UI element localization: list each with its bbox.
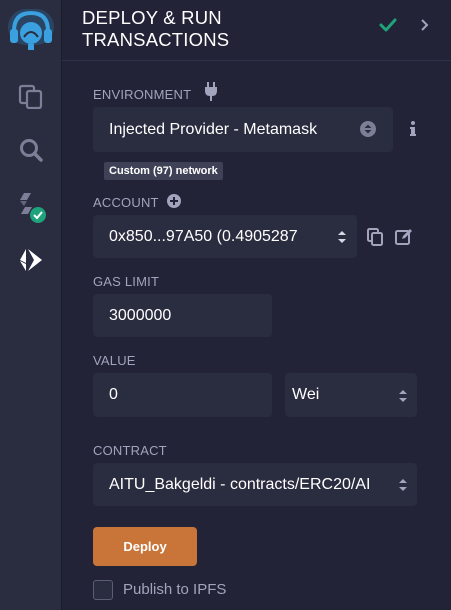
value-amount: 0 <box>109 386 118 403</box>
info-icon[interactable] <box>408 120 418 143</box>
deploy-button[interactable]: Deploy <box>93 527 197 566</box>
header-divider <box>62 60 451 61</box>
file-explorer-icon[interactable] <box>0 74 62 118</box>
account-value: 0x850...97A50 (0.4905287 <box>109 227 298 245</box>
value-unit-select[interactable]: Wei <box>285 373 417 417</box>
value-unit: Wei <box>292 386 320 403</box>
publish-ipfs-checkbox[interactable] <box>93 580 113 600</box>
environment-value: Injected Provider - Metamask <box>109 120 318 138</box>
search-icon[interactable] <box>0 128 62 172</box>
panel-title: DEPLOY & RUN TRANSACTIONS <box>82 7 322 51</box>
gas-limit-value: 3000000 <box>109 306 172 324</box>
remix-logo-icon[interactable] <box>0 6 62 56</box>
contract-value: AITU_Bakgeldi - contracts/ERC20/AI <box>109 475 371 493</box>
chevron-right-icon[interactable] <box>419 17 431 38</box>
edit-icon[interactable] <box>395 228 413 251</box>
title-line-1: DEPLOY & RUN <box>82 7 222 28</box>
environment-label: ENVIRONMENT <box>93 87 192 102</box>
gas-limit-label: GAS LIMIT <box>93 274 160 289</box>
select-arrows-icon <box>359 120 377 143</box>
environment-select[interactable]: Injected Provider - Metamask <box>93 107 393 152</box>
copy-icon[interactable] <box>367 228 383 251</box>
plug-icon <box>203 82 219 107</box>
check-icon <box>378 16 398 39</box>
network-badge: Custom (97) network <box>104 162 223 180</box>
solidity-compiler-icon[interactable] <box>0 186 62 230</box>
value-label: VALUE <box>93 353 136 368</box>
deploy-panel: DEPLOY & RUN TRANSACTIONS ENVIRONMENT In… <box>62 0 451 610</box>
icon-sidebar <box>0 0 62 610</box>
contract-arrows-icon <box>398 476 408 499</box>
contract-select[interactable]: AITU_Bakgeldi - contracts/ERC20/AI <box>93 463 417 506</box>
contract-label: CONTRACT <box>93 443 167 458</box>
account-arrows-icon <box>337 228 347 251</box>
title-line-2: TRANSACTIONS <box>82 29 230 50</box>
gas-limit-input[interactable]: 3000000 <box>93 294 272 337</box>
account-label: ACCOUNT <box>93 195 159 210</box>
publish-ipfs-label: Publish to IPFS <box>123 581 227 598</box>
plus-circle-icon[interactable] <box>166 193 182 214</box>
unit-arrows-icon <box>398 387 408 410</box>
account-select[interactable]: 0x850...97A50 (0.4905287 <box>93 215 357 258</box>
deploy-run-icon[interactable] <box>0 238 62 282</box>
value-amount-input[interactable]: 0 <box>93 373 272 417</box>
